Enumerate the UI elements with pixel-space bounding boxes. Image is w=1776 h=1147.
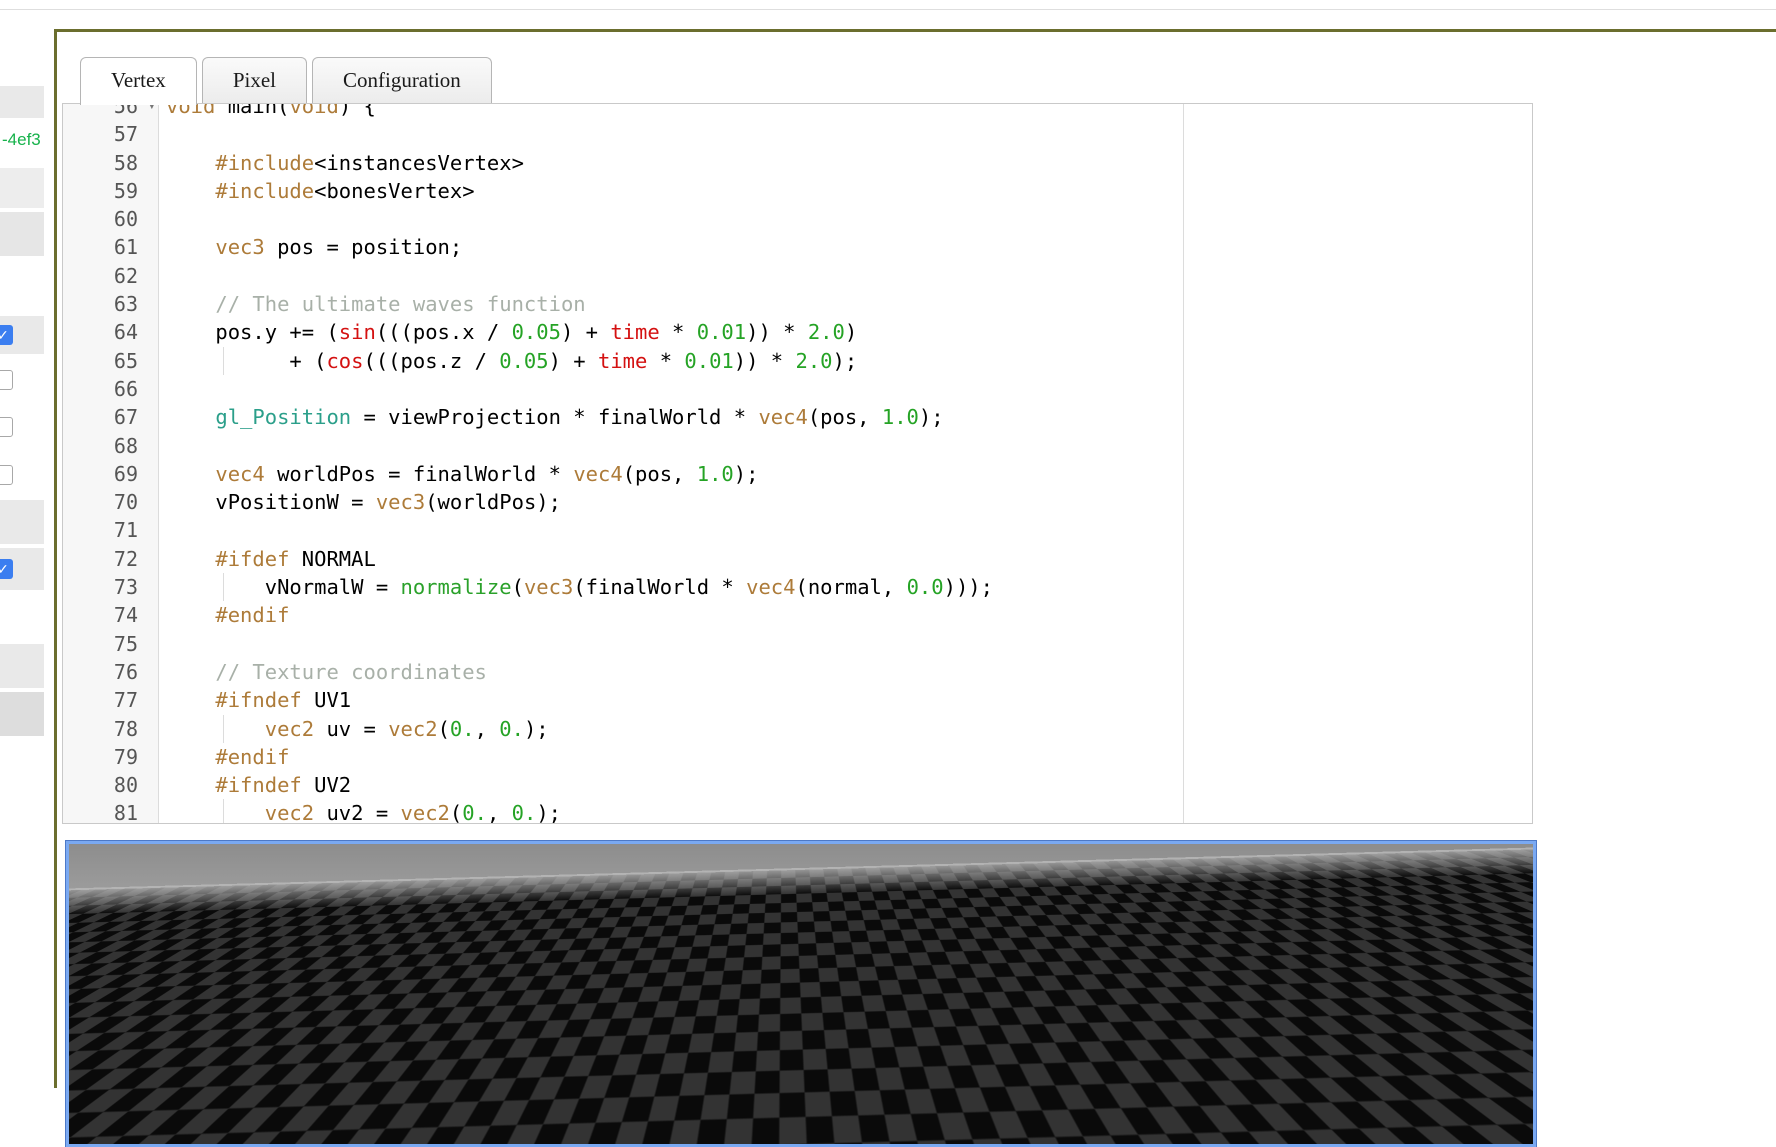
line-number: 64 xyxy=(113,320,138,345)
frame-border-horizontal xyxy=(54,29,1776,32)
sidebar-row-with-checkbox: ✓ xyxy=(0,316,44,354)
code-line: vec2 uv = vec2(0., 0.); xyxy=(166,714,993,743)
code-line: pos.y += (sin(((pos.x / 0.05) + time * 0… xyxy=(166,320,858,345)
sidebar-row-with-checkbox xyxy=(0,406,44,448)
code-content[interactable]: void main(void) { #include<instancesVert… xyxy=(166,103,993,823)
tab-bar: Vertex Pixel Configuration xyxy=(62,57,497,105)
line-number: 58 xyxy=(113,150,138,175)
code-line: #ifndef UV2 xyxy=(215,773,352,798)
sidebar-row xyxy=(0,644,44,688)
code-line: gl_Position = viewProjection * finalWorl… xyxy=(215,405,944,430)
sidebar-row xyxy=(0,500,44,544)
line-number: 72 xyxy=(113,546,138,571)
line-number: 60 xyxy=(113,207,138,232)
line-number: 62 xyxy=(113,263,138,288)
line-number: 66 xyxy=(113,376,138,401)
line-number: 73 xyxy=(113,575,138,600)
fold-arrow-icon[interactable]: ▾ xyxy=(148,104,156,120)
sidebar-row-with-checkbox: ✓ xyxy=(0,548,44,590)
line-number: 77 xyxy=(113,688,138,713)
checkbox-checked[interactable]: ✓ xyxy=(0,325,13,345)
line-number: 74 xyxy=(113,603,138,628)
line-number: 63 xyxy=(113,292,138,317)
line-number-gutter: 56 ▾ 57 58 59 60 61 62 63 64 65 66 67 68 69 70 71 72 73 74 7… xyxy=(63,104,158,824)
line-number: 57 xyxy=(113,122,138,147)
code-line: void main(void) { xyxy=(166,103,376,118)
line-number: 81 xyxy=(113,801,138,824)
code-line: #include<bonesVertex> xyxy=(215,178,475,203)
line-number: 70 xyxy=(113,490,138,515)
shader-id-fragment: -4ef3 xyxy=(2,130,41,149)
frame-border-vertical xyxy=(54,29,57,1088)
code-line: #ifndef UV1 xyxy=(215,688,352,713)
editor-right-divider xyxy=(1183,104,1184,823)
checkbox-unchecked[interactable] xyxy=(0,465,13,485)
line-number: 79 xyxy=(113,744,138,769)
checkbox-unchecked[interactable] xyxy=(0,417,13,437)
code-line: vPositionW = vec3(worldPos); xyxy=(166,490,561,515)
code-line: vNormalW = normalize(vec3(finalWorld * v… xyxy=(166,573,993,602)
line-number: 76 xyxy=(113,659,138,684)
code-line: #endif xyxy=(215,744,290,769)
code-line: #include<instancesVertex> xyxy=(215,150,524,175)
line-number: 69 xyxy=(113,461,138,486)
sidebar-row xyxy=(0,86,44,118)
shader-code-editor[interactable]: 56 ▾ 57 58 59 60 61 62 63 64 65 66 67 68 69 70 71 72 73 74 7… xyxy=(62,103,1533,824)
line-number: 67 xyxy=(113,405,138,430)
line-number: 78 xyxy=(113,716,138,741)
line-number: 56 ▾ xyxy=(63,104,158,120)
line-number: 68 xyxy=(113,433,138,458)
sidebar-row-with-checkbox xyxy=(0,360,44,400)
sidebar-row xyxy=(0,692,44,736)
line-number: 61 xyxy=(113,235,138,260)
line-number: 80 xyxy=(113,773,138,798)
code-line: vec3 pos = position; xyxy=(215,235,463,260)
code-line: #endif xyxy=(215,603,290,628)
render-canvas[interactable] xyxy=(66,841,1536,1147)
line-number: 65 xyxy=(113,348,138,373)
code-line: vec2 uv2 = vec2(0., 0.); xyxy=(166,799,993,823)
code-line: vec4 worldPos = finalWorld * vec4(pos, 1… xyxy=(215,461,759,486)
tab-vertex[interactable]: Vertex xyxy=(80,57,197,105)
code-line: // The ultimate waves function xyxy=(215,292,586,317)
sidebar-row xyxy=(0,212,44,256)
sidebar-row-with-checkbox xyxy=(0,454,44,496)
checkbox-unchecked[interactable] xyxy=(0,370,13,390)
line-number: 71 xyxy=(113,518,138,543)
sidebar-row xyxy=(0,168,44,208)
tab-pixel[interactable]: Pixel xyxy=(201,57,307,103)
line-number: 75 xyxy=(113,631,138,656)
code-line: // Texture coordinates xyxy=(215,659,487,684)
top-hairline xyxy=(0,9,1776,10)
code-line: #ifdef NORMAL xyxy=(215,546,376,571)
checkbox-checked[interactable]: ✓ xyxy=(0,559,13,579)
line-number: 59 xyxy=(113,178,138,203)
sidebar: -4ef3 ✓ ✓ xyxy=(0,0,46,1088)
tab-configuration[interactable]: Configuration xyxy=(311,57,492,103)
code-line: + (cos(((pos.z / 0.05) + time * 0.01)) *… xyxy=(166,346,993,375)
